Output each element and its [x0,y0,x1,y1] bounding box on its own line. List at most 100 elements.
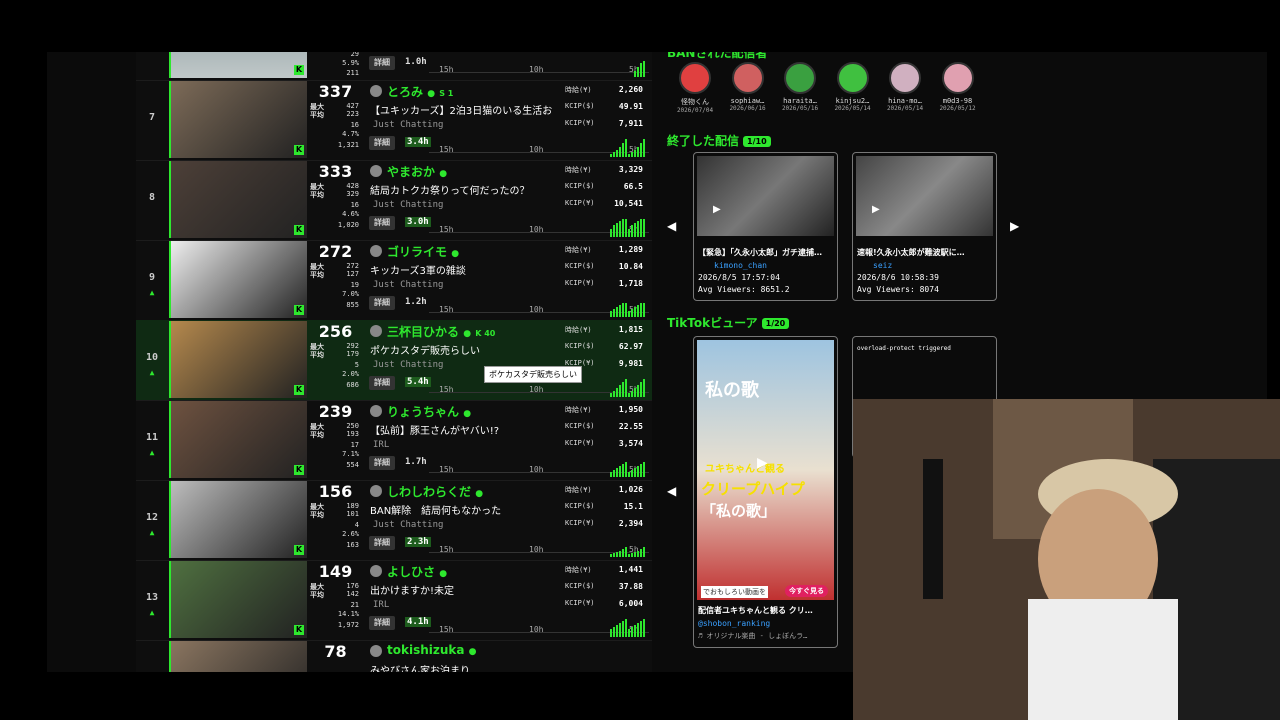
banned-streamer[interactable]: haraita… 2026/05/16 [774,62,826,112]
avatar[interactable] [889,62,921,94]
avatar[interactable] [370,565,382,577]
ranking-row[interactable]: 9 ▲ K 272 最大 272 平均 127 19 7.0% 855 ゴリライモ ● キッカーズ3軍… [136,240,652,321]
tick-label: 10h [529,465,544,474]
kcip-yen-label: KCIP(¥) [565,119,595,127]
banned-streamer[interactable]: 怪物くん 2026/07/04 [669,62,721,114]
video-thumbnail[interactable]: ▶ [697,156,834,236]
ended-stream-card[interactable]: ▶ 【緊急】「久永小太郎」ガチ逮捕… kimono_chan 2026/8/5 … [693,152,838,301]
banned-streamer[interactable]: hina-mo… 2026/05/14 [879,62,931,112]
stream-info: やまおか ● 結局カトクカ祭りって何だったの？ Just Chatting 詳細 3.… [369,160,649,240]
play-icon[interactable]: ▶ [757,455,768,471]
streamer-name[interactable]: りょうちゃん ● [387,403,471,420]
detail-button[interactable]: 詳細 [369,296,395,310]
card-user[interactable]: kimono_chan [714,261,767,270]
stream-info: 三杯目ひかる ● K 40 ポケカスタデ販売らしい Just Chatting 詳細 5… [369,320,649,400]
stream-thumbnail[interactable]: K [169,641,307,672]
video-thumbnail[interactable]: ▶ [856,156,993,236]
banned-streamer[interactable]: kinjsu2… 2026/05/14 [827,62,879,112]
tiktok-card[interactable]: 私の歌 ユキちゃんと観る クリープハイプ 「私の歌」 ▶ でおもしろい動画を 今… [693,336,838,648]
ranking-row[interactable]: 12 ▲ K 156 最大 189 平均 101 4 2.6% 163 しわしわらくだ ● BAN解除… [136,480,652,561]
stream-thumbnail[interactable]: K [169,401,307,478]
avatar[interactable] [370,245,382,257]
detail-button[interactable]: 詳細 [369,376,395,390]
stream-thumbnail[interactable]: K [169,81,307,158]
play-icon[interactable]: ▶ [713,204,721,215]
prev-arrow-icon[interactable]: ◀ [667,219,676,233]
ranking-row-partial[interactable]: K 29 5.9% 211 詳細 1.0h 15h 10h 5h [136,52,652,81]
ranking-row[interactable]: K 78 tokishizuka ● みやびさん家お泊まり [136,640,652,672]
avatar[interactable] [370,485,382,497]
ranking-row[interactable]: 13 ▲ K 149 最大 176 平均 142 21 14.1% 1,972 よしひさ ● 出かけま… [136,560,652,641]
streamer-name[interactable]: とろみ ● S 1 [387,83,453,100]
stream-thumbnail[interactable]: K [169,52,307,78]
ranking-row[interactable]: 11 ▲ K 239 最大 250 平均 193 17 7.1% 554 りょうちゃん ● 【弘前】豚… [136,400,652,481]
stream-title[interactable]: 【ユキッカーズ】2泊3日猫のいる生活お [370,102,552,117]
stream-thumbnail[interactable]: K [169,241,307,318]
kcip-yen-label: KCIP(¥) [565,199,595,207]
stream-category: Just Chatting [373,520,444,530]
stream-title[interactable]: 結局カトクカ祭りって何だったの？ [370,182,530,197]
ranking-row[interactable]: 8 K 333 最大 428 平均 329 16 4.6% 1,020 やまおか ● 結局カトクカ祭… [136,160,652,241]
kcip-usd-value: 49.91 [618,102,643,111]
avatar[interactable] [836,62,869,94]
stream-title[interactable]: ポケカスタデ販売らしい [370,342,480,357]
ranking-row[interactable]: 7 K 337 最大 427 平均 223 16 4.7% 1,321 とろみ ● S 1 【ユキッカ… [136,80,652,161]
stream-title[interactable]: みやびさん家お泊まり [370,662,470,672]
stream-thumbnail[interactable]: K [169,561,307,638]
streamer-name[interactable]: しわしわらくだ ● [387,483,483,500]
tiktok-card-user[interactable]: @shobon_ranking [698,619,770,628]
avatar[interactable] [731,62,764,94]
avg-value: 223 [346,110,359,118]
kcip-yen-value: 9,981 [618,359,643,368]
avatar[interactable] [784,62,816,94]
stream-info: ゴリライモ ● キッカーズ3軍の雑談 Just Chatting 詳細 1.2h 15h… [369,240,649,320]
stream-title[interactable]: 【弘前】豚王さんがヤバい!? [370,422,499,437]
kcip-usd-value: 62.97 [618,342,643,351]
avatar[interactable] [370,405,382,417]
chat-count: 686 [346,381,359,389]
banned-streamer[interactable]: m0d3-98 2026/05/12 [932,62,984,112]
detail-button[interactable]: 詳細 [369,536,395,550]
stream-thumbnail[interactable]: K [169,321,307,398]
streamer-name[interactable]: tokishizuka ● [387,643,477,657]
ended-stream-card[interactable]: ▶ 速報!久永小太郎が難波駅に… seiz 2026/8/6 10:58:39 … [852,152,997,301]
video-footer: でおもしろい動画を [701,586,768,598]
banned-streamer[interactable]: sophiaw… 2026/06/16 [722,62,774,112]
next-arrow-icon[interactable]: ▶ [1010,219,1019,233]
ranking-row[interactable]: 10 ▲ K 256 最大 292 平均 179 5 2.0% 686 三杯目ひかる ● K 40 ポケ… [136,320,652,401]
detail-button[interactable]: 詳細 [369,56,395,70]
banned-name: m0d3-98 [942,97,973,105]
stream-title[interactable]: 出かけますか!未定 [370,582,454,597]
stream-thumbnail[interactable]: K [169,481,307,558]
verified-icon: ● [439,569,448,579]
play-icon[interactable]: ▶ [872,204,880,215]
detail-button[interactable]: 詳細 [369,456,395,470]
detail-button[interactable]: 詳細 [369,136,395,150]
avatar[interactable] [679,62,711,94]
stream-title[interactable]: BAN解除 結局何もなかった [370,502,501,517]
streamer-name[interactable]: ゴリライモ ● [387,243,459,260]
watch-now-button[interactable]: 今すぐ見る [785,585,828,597]
streamer-extra: S 1 [439,89,454,98]
avatar[interactable] [370,165,382,177]
streamer-name[interactable]: よしひさ ● [387,563,447,580]
streamer-name-text: しわしわらくだ [387,485,472,499]
detail-button[interactable]: 詳細 [369,616,395,630]
chat-count: 1,321 [337,141,359,149]
viewer-stats: 333 最大 428 平均 329 16 4.6% 1,020 [308,160,363,240]
tiktok-video[interactable]: 私の歌 ユキちゃんと観る クリープハイプ 「私の歌」 ▶ でおもしろい動画を 今… [697,340,834,600]
avatar[interactable] [370,325,382,337]
avatar[interactable] [941,62,974,94]
streamer-name[interactable]: やまおか ● [387,163,447,180]
prev-arrow-icon[interactable]: ◀ [667,484,676,498]
streamer-name[interactable]: 三杯目ひかる ● K 40 [387,323,495,340]
stream-thumbnail[interactable]: K [169,161,307,238]
avatar[interactable] [370,645,382,657]
detail-button[interactable]: 詳細 [369,216,395,230]
kcip-yen-label: KCIP(¥) [565,439,595,447]
card-user[interactable]: seiz [873,261,892,270]
kcip-yen-value: 3,574 [618,439,643,448]
banned-name: sophiaw… [730,97,765,105]
stream-title[interactable]: キッカーズ3軍の雑談 [370,262,466,277]
avatar[interactable] [370,85,382,97]
